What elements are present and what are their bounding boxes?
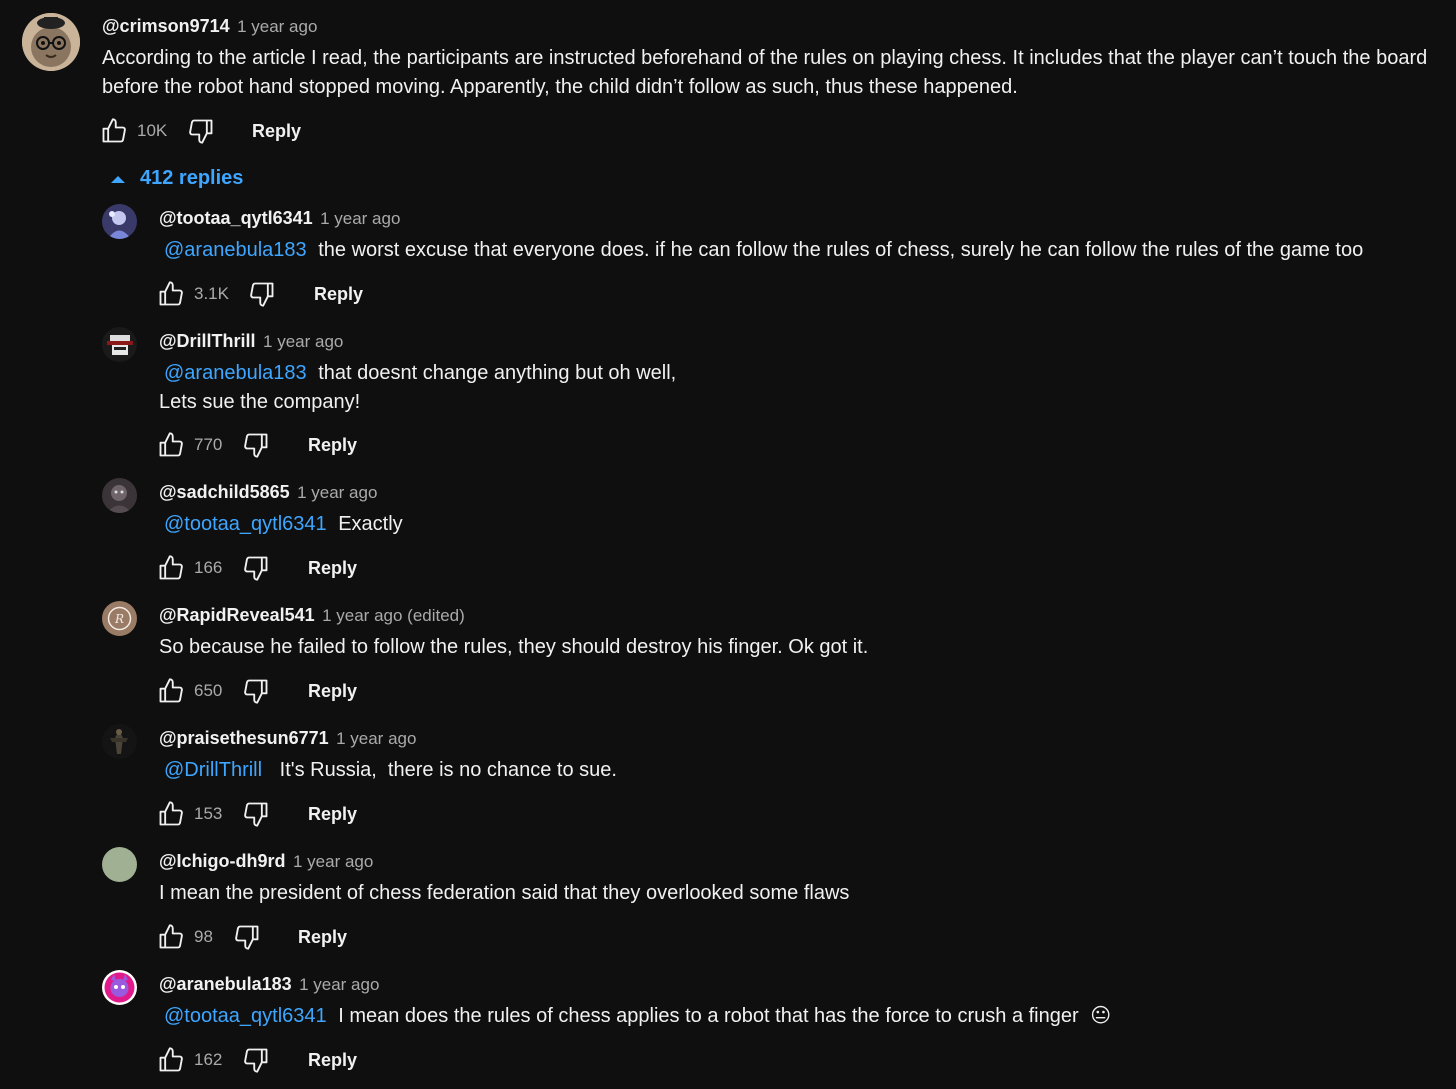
thumbs-up-icon: [159, 924, 183, 949]
avatar[interactable]: [102, 847, 137, 882]
comment-author[interactable]: @praisethesun6771: [159, 728, 329, 748]
avatar[interactable]: [102, 970, 137, 1005]
comment-timestamp[interactable]: 1 year ago: [237, 17, 317, 36]
thumbs-down-icon: [189, 119, 213, 144]
dislike-button[interactable]: [242, 431, 270, 459]
reply-button[interactable]: Reply: [308, 435, 357, 456]
thumbs-up-icon: [159, 1047, 183, 1072]
replies-toggle-button[interactable]: 412 replies: [110, 167, 243, 190]
thumbs-up-icon: [159, 432, 183, 457]
avatar[interactable]: [102, 327, 137, 362]
comment-text: that doesnt change anything but oh well,: [318, 362, 677, 384]
comment-timestamp[interactable]: 1 year ago: [299, 975, 379, 994]
comment-timestamp[interactable]: 1 year ago: [263, 332, 343, 351]
thumbs-down-icon: [244, 433, 268, 458]
avatar[interactable]: [102, 724, 137, 759]
comment-timestamp[interactable]: 1 year ago: [297, 483, 377, 502]
reply-button[interactable]: Reply: [298, 927, 347, 948]
dislike-button[interactable]: [248, 280, 276, 308]
comment-text: Exactly: [338, 513, 403, 535]
reply-button[interactable]: Reply: [308, 1050, 357, 1071]
like-button[interactable]: [157, 280, 185, 308]
dislike-button[interactable]: [242, 554, 270, 582]
comment-timestamp[interactable]: 1 year ago: [320, 209, 400, 228]
like-button[interactable]: [157, 677, 185, 705]
comment-text: I mean the president of chess federation…: [159, 882, 850, 904]
thumbs-down-icon: [235, 925, 259, 950]
reply-button[interactable]: Reply: [308, 558, 357, 579]
comment-author[interactable]: @RapidReveal541: [159, 605, 315, 625]
thumbs-down-icon: [244, 1048, 268, 1073]
avatar[interactable]: [22, 13, 80, 71]
dislike-button[interactable]: [242, 800, 270, 828]
dislike-button[interactable]: [187, 117, 215, 145]
comment-author[interactable]: @sadchild5865: [159, 482, 290, 502]
comment-text: I mean does the rules of chess applies t…: [338, 1005, 1079, 1027]
comment-author[interactable]: @tootaa_qytl6341: [159, 208, 313, 228]
thumbs-up-icon: [159, 555, 183, 580]
reply-button[interactable]: Reply: [252, 121, 301, 142]
comment-timestamp[interactable]: 1 year ago: [336, 729, 416, 748]
thumbs-down-icon: [244, 802, 268, 827]
mention-link[interactable]: @aranebula183: [164, 362, 307, 384]
reply-button[interactable]: Reply: [308, 681, 357, 702]
like-count: 650: [194, 681, 223, 700]
thumbs-up-icon: [102, 118, 126, 143]
avatar[interactable]: R: [102, 601, 137, 636]
like-count: 166: [194, 558, 223, 577]
mention-link[interactable]: @DrillThrill: [164, 759, 262, 781]
avatar[interactable]: [102, 478, 137, 513]
like-button[interactable]: [157, 923, 185, 951]
chevron-up-icon: [110, 167, 126, 190]
reply-button[interactable]: Reply: [308, 804, 357, 825]
comment-timestamp[interactable]: 1 year ago: [293, 852, 373, 871]
dislike-button[interactable]: [242, 1046, 270, 1074]
comment-author[interactable]: @aranebula183: [159, 974, 292, 994]
thumbs-up-icon: [159, 801, 183, 826]
like-count: 153: [194, 804, 223, 823]
thumbs-up-icon: [159, 281, 183, 306]
dislike-button[interactable]: [242, 677, 270, 705]
mention-link[interactable]: @aranebula183: [164, 239, 307, 261]
svg-text:R: R: [114, 612, 124, 626]
avatar[interactable]: [102, 204, 137, 239]
reply-button[interactable]: Reply: [314, 284, 363, 305]
like-button[interactable]: [157, 554, 185, 582]
mention-link[interactable]: @tootaa_qytl6341: [164, 513, 327, 535]
comment-text: According to the article I read, the par…: [102, 44, 1427, 102]
comment-author[interactable]: @DrillThrill: [159, 331, 256, 351]
thumbs-down-icon: [250, 282, 274, 307]
like-count: 3.1K: [194, 284, 229, 303]
comment-text-line: According to the article I read, the par…: [102, 47, 1428, 69]
like-button[interactable]: [100, 117, 128, 145]
comment-author[interactable]: @Ichigo-dh9rd: [159, 851, 286, 871]
like-count: 770: [194, 435, 223, 454]
comment-text-line: Lets sue the company!: [159, 391, 361, 413]
like-button[interactable]: [157, 1046, 185, 1074]
thumbs-down-icon: [244, 556, 268, 581]
thumbs-down-icon: [244, 679, 268, 704]
replies-count: 412 replies: [140, 167, 244, 189]
mention-link[interactable]: @tootaa_qytl6341: [164, 1005, 327, 1027]
comment-author[interactable]: @crimson9714: [102, 16, 230, 36]
thumbs-up-icon: [159, 678, 183, 703]
comment-timestamp[interactable]: 1 year ago (edited): [322, 606, 465, 625]
like-count: 98: [194, 927, 213, 946]
dislike-button[interactable]: [233, 923, 261, 951]
like-count: 10K: [137, 121, 168, 140]
comment-text: the worst excuse that everyone does. if …: [318, 239, 1364, 261]
like-button[interactable]: [157, 800, 185, 828]
comment-text: It's Russia, there is no chance to sue.: [279, 759, 617, 781]
neutral-face-emoji: 😐: [1090, 1005, 1112, 1027]
comment-text-line: before the robot hand stopped moving. Ap…: [102, 76, 1018, 98]
like-count: 162: [194, 1050, 223, 1069]
comment-text: So because he failed to follow the rules…: [159, 636, 869, 658]
like-button[interactable]: [157, 431, 185, 459]
